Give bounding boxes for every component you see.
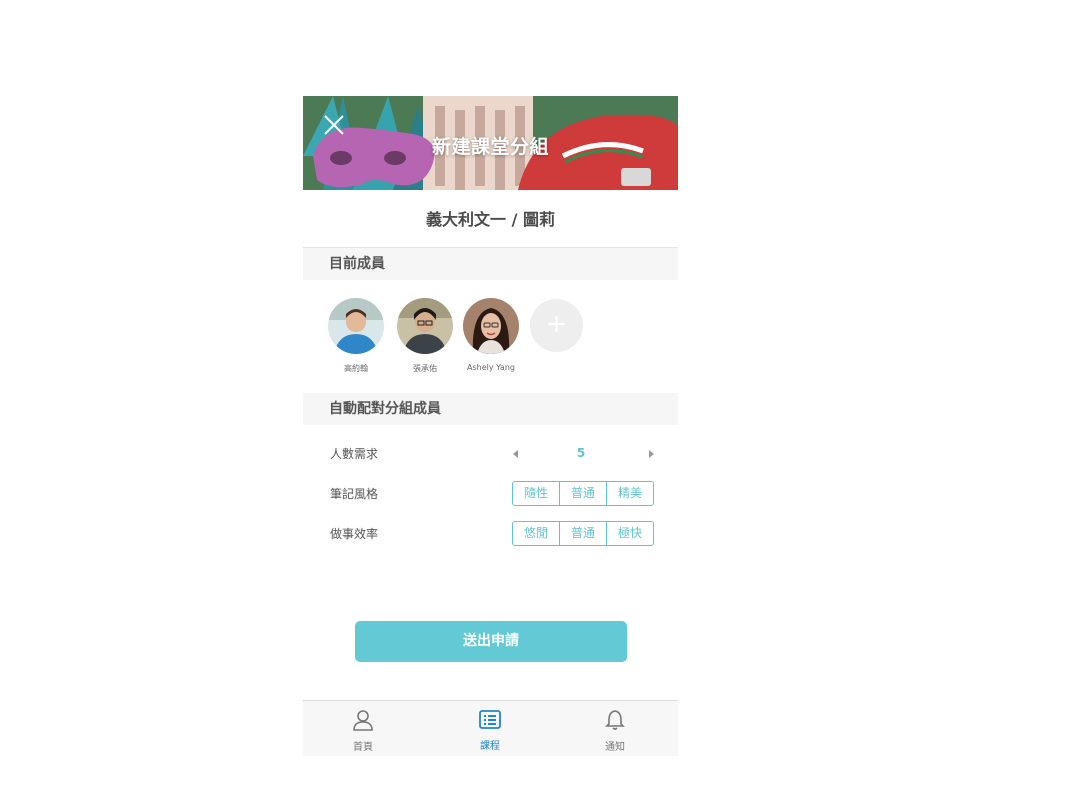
tab-courses[interactable]: 課程 [450, 701, 530, 756]
headcount-label: 人數需求 [330, 447, 379, 461]
note-style-segmented-control: 隨性 普通 精美 [512, 481, 654, 506]
tab-notifications[interactable]: 通知 [575, 701, 655, 756]
submit-button[interactable]: 送出申請 [355, 621, 627, 662]
note-style-option[interactable]: 普通 [560, 482, 607, 505]
auto-match-section-header: 自動配對分組成員 [303, 393, 678, 425]
note-style-option[interactable]: 隨性 [513, 482, 560, 505]
tab-label: 通知 [605, 742, 625, 753]
member-name: 張承佑 [413, 364, 437, 373]
bottom-tab-bar: 首頁 課程 通知 [303, 700, 678, 756]
efficiency-segmented-control: 悠閒 普通 極快 [512, 521, 654, 546]
header-banner: 新建課堂分組 [303, 96, 678, 190]
headcount-value: 5 [576, 446, 586, 460]
avatar [397, 298, 453, 354]
phone-screen: 新建課堂分組 義大利文一 / 圖莉 目前成員 高約翰 張承佑 Ashely Ya… [303, 96, 678, 756]
tab-label: 課程 [480, 741, 500, 752]
note-style-option[interactable]: 精美 [607, 482, 653, 505]
list-icon [479, 710, 501, 729]
increment-arrow-icon[interactable] [649, 450, 654, 458]
note-style-label: 筆記風格 [330, 487, 379, 501]
bell-icon [605, 710, 625, 730]
efficiency-option[interactable]: 悠閒 [513, 522, 560, 545]
member-item[interactable]: 高約翰 [326, 298, 386, 374]
members-section-header: 目前成員 [303, 248, 678, 280]
efficiency-option[interactable]: 普通 [560, 522, 607, 545]
avatar [328, 298, 384, 354]
efficiency-label: 做事效率 [330, 527, 379, 541]
member-name: Ashely Yang [467, 363, 515, 372]
decrement-arrow-icon[interactable] [513, 450, 518, 458]
tab-home[interactable]: 首頁 [323, 701, 403, 756]
page-title: 新建課堂分組 [431, 136, 549, 158]
efficiency-option[interactable]: 極快 [607, 522, 653, 545]
user-icon [353, 710, 373, 731]
member-item[interactable]: 張承佑 [395, 298, 455, 374]
member-item[interactable]: Ashely Yang [461, 298, 521, 372]
avatar [463, 298, 519, 354]
course-title: 義大利文一 / 圖莉 [426, 210, 555, 229]
add-member-button[interactable]: + [530, 299, 583, 352]
tab-label: 首頁 [353, 742, 373, 753]
member-name: 高約翰 [344, 364, 368, 373]
